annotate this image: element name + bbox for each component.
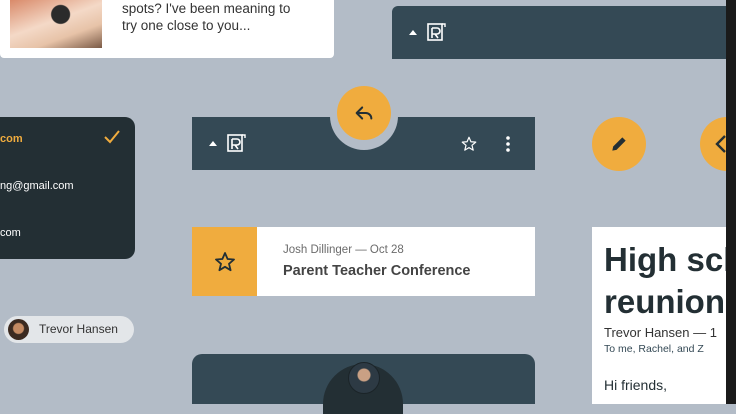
chip-label: Trevor Hansen [39, 322, 118, 336]
email-thumbnail-image [10, 0, 102, 48]
account-item-selected[interactable]: com [0, 133, 23, 145]
email-snippet: spots? I've been meaning to try one clos… [122, 0, 322, 34]
avatar[interactable] [348, 362, 380, 394]
check-icon [104, 130, 120, 144]
compose-button[interactable] [592, 117, 646, 171]
email-preview-card[interactable]: spots? I've been meaning to try one clos… [0, 0, 334, 58]
contact-chip[interactable]: Trevor Hansen [4, 316, 134, 343]
star-outline-icon[interactable] [460, 135, 478, 153]
email-recipients: To me, Rachel, and Z [604, 343, 704, 355]
email-title: High school reunion [604, 241, 726, 320]
email-from: Trevor Hansen — 1 [604, 325, 717, 340]
more-vert-icon[interactable] [502, 135, 514, 153]
star-outline-icon [214, 251, 235, 271]
star-toggle[interactable] [192, 227, 257, 296]
account-switcher-menu: com ng@gmail.com com [0, 117, 135, 259]
snippet-line-2: try one close to you... [122, 18, 251, 33]
email-reading-pane: High school reunion Trevor Hansen — 1 To… [592, 227, 726, 404]
top-app-bar [392, 6, 726, 59]
account-item[interactable]: com [0, 227, 21, 239]
caret-up-icon[interactable] [408, 28, 418, 36]
reply-logo-icon[interactable] [226, 132, 248, 154]
email-body: Hi friends, [604, 377, 668, 393]
avatar [8, 319, 29, 340]
email-sender-date: Josh Dillinger — Oct 28 [283, 244, 404, 256]
account-item[interactable]: ng@gmail.com [0, 180, 74, 192]
caret-up-icon[interactable] [208, 139, 218, 147]
reply-icon [355, 106, 373, 120]
reply-logo-icon[interactable] [426, 21, 448, 43]
window-edge [726, 0, 736, 404]
email-subject: Parent Teacher Conference [283, 263, 471, 279]
pencil-icon [612, 137, 626, 151]
reply-button[interactable] [337, 86, 391, 140]
snippet-line-1: spots? I've been meaning to [122, 1, 291, 16]
email-list-item[interactable]: Josh Dillinger — Oct 28 Parent Teacher C… [192, 227, 535, 296]
